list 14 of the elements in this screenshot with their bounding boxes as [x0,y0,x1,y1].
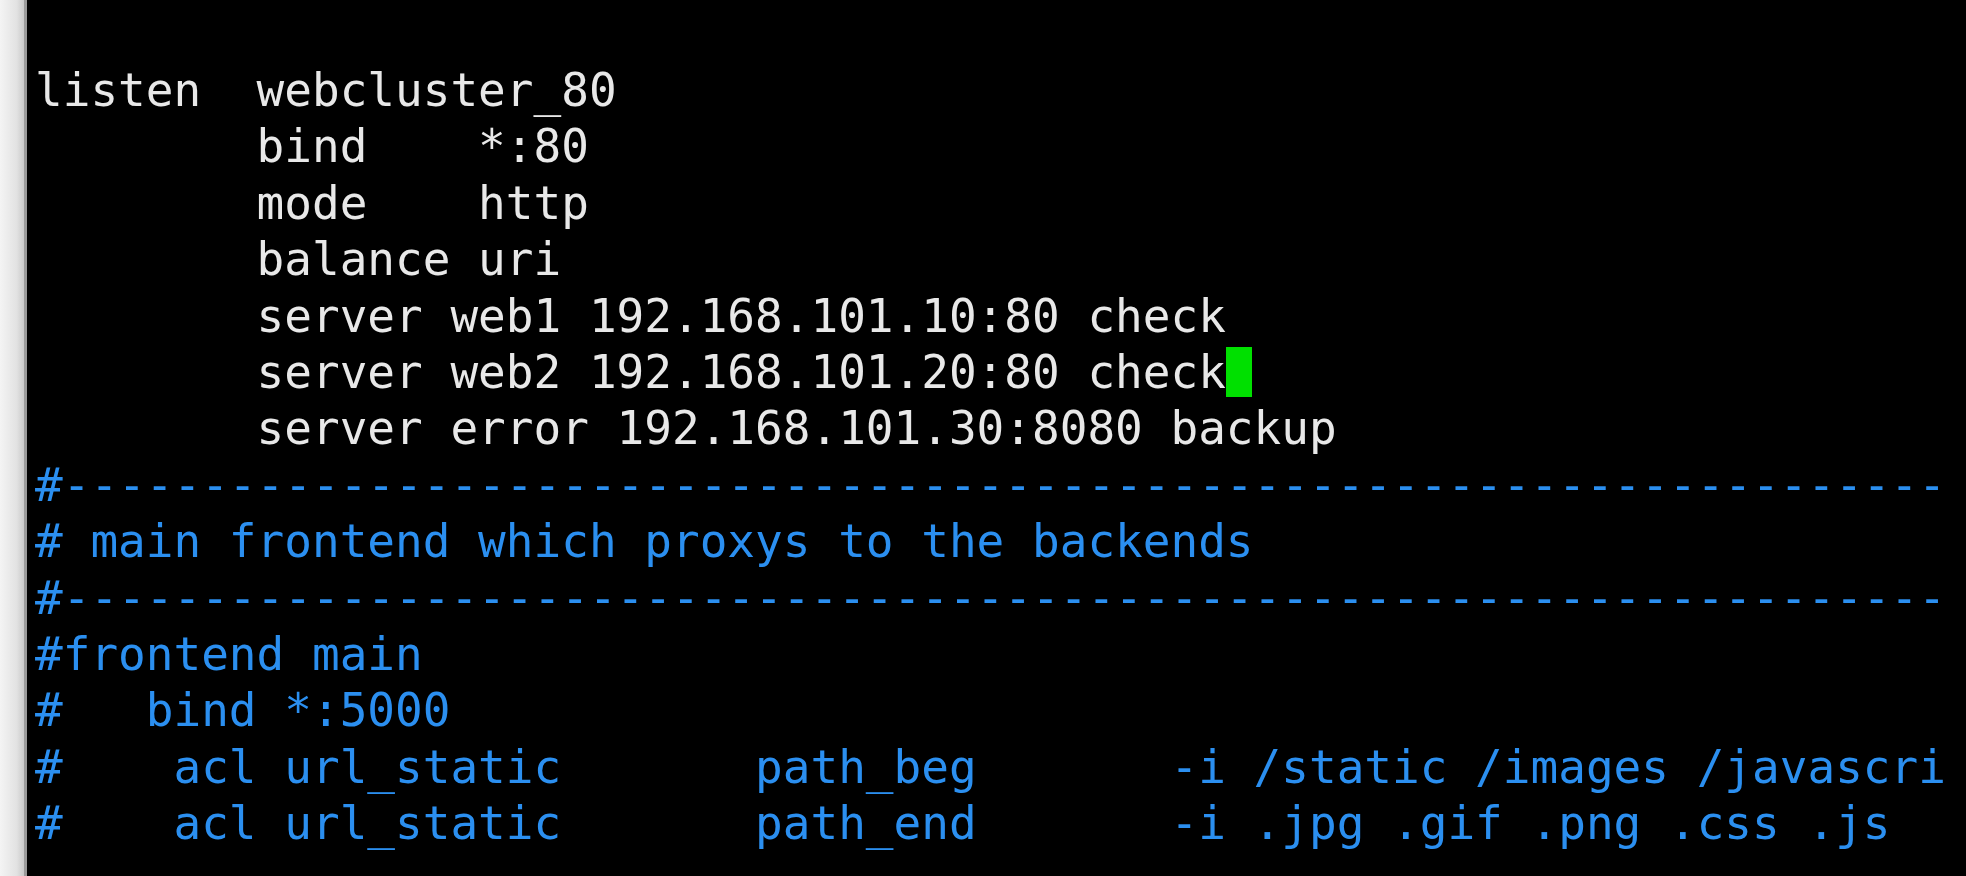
comment-line: # acl url_static path_beg -i /static /images /javascri [35,738,1946,796]
code-line: server error 192.168.101.30:8080 backup [255,400,1337,457]
code-line: balance uri [255,231,562,288]
comment-line: # bind *:5000 [35,682,451,739]
code-line: listen webcluster_80 [35,62,617,119]
code-line: server web2 192.168.101.20:80 check [255,343,1226,401]
comment-line: # acl url_static path_end -i .jpg .gif .png .css .js [35,795,1891,852]
code-line: bind *:80 [255,118,589,175]
comment-line: #-------------------------------------------------------------------- [35,456,1946,514]
code-line: mode http [255,174,589,232]
comment-line: #frontend main [35,625,423,683]
code-line: server web1 192.168.101.10:80 check [255,287,1226,344]
comment-line: # main frontend which proxys to the backends [35,513,1254,570]
comment-line: #-------------------------------------------------------------------- [35,569,1946,626]
